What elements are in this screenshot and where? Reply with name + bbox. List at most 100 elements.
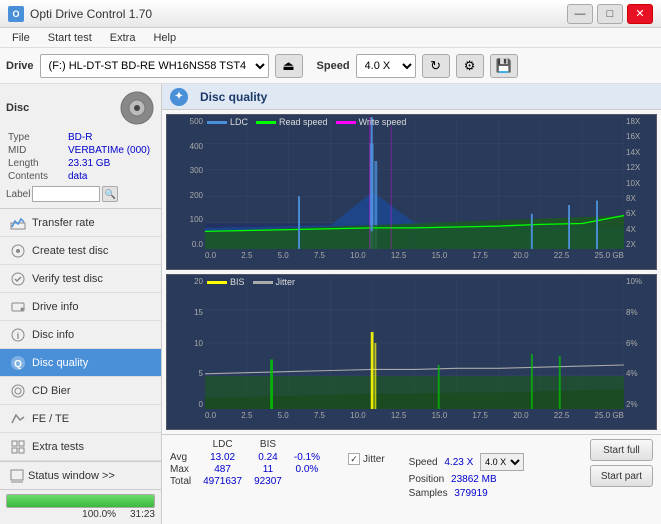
by-label-0: 0 bbox=[199, 400, 203, 409]
avg-bis: 0.24 bbox=[254, 452, 294, 464]
chart-header: ✦ Disc quality bbox=[162, 84, 661, 110]
sidebar-item-drive-info[interactable]: Drive info bbox=[0, 293, 161, 321]
disc-label-input[interactable] bbox=[32, 186, 100, 202]
speed-dropdown[interactable]: 4.0 X bbox=[480, 453, 524, 471]
jitter-checkbox-group[interactable]: ✓ Jitter bbox=[348, 453, 385, 465]
top-chart-plot bbox=[205, 117, 624, 249]
sidebar-item-create-test-disc[interactable]: Create test disc bbox=[0, 237, 161, 265]
position-label: Position bbox=[409, 474, 445, 485]
close-button[interactable]: ✕ bbox=[627, 4, 653, 24]
write-speed-legend-text: Write speed bbox=[359, 117, 407, 127]
jitter-legend-color bbox=[253, 281, 273, 284]
read-speed-legend-color bbox=[256, 121, 276, 124]
max-label: Max bbox=[170, 464, 203, 476]
jitter-legend-text: Jitter bbox=[276, 277, 296, 287]
drive-label: Drive bbox=[6, 60, 34, 72]
progress-area: 100.0% 31:23 bbox=[0, 489, 161, 524]
stats-top: LDC BIS Avg 13.02 0.24 -0.1% bbox=[162, 435, 661, 524]
speed-value: 4.23 X bbox=[444, 457, 473, 468]
sidebar-item-cd-bier[interactable]: CD Bier bbox=[0, 377, 161, 405]
sidebar-item-disc-quality[interactable]: Q Disc quality bbox=[0, 349, 161, 377]
y-right-2x: 2X bbox=[626, 240, 636, 249]
position-row: Position 23862 MB bbox=[409, 474, 524, 485]
bx-12-5: 12.5 bbox=[391, 411, 407, 420]
bottom-chart-y-axis-right: 10% 8% 6% 4% 2% bbox=[624, 275, 656, 409]
y-label-0: 0.0 bbox=[192, 240, 203, 249]
y-right-8x: 8X bbox=[626, 194, 636, 203]
progress-bar bbox=[6, 494, 155, 508]
max-ldc: 487 bbox=[203, 464, 254, 476]
bx-2-5: 2.5 bbox=[241, 411, 252, 420]
menu-file[interactable]: File bbox=[4, 30, 38, 46]
top-chart-y-axis-right: 18X 16X 14X 12X 10X 8X 6X 4X 2X bbox=[624, 115, 656, 249]
disc-label-button[interactable]: 🔍 bbox=[102, 186, 118, 202]
bottom-chart-x-axis: 0.0 2.5 5.0 7.5 10.0 12.5 15.0 17.5 20.0… bbox=[205, 409, 624, 429]
menu-help[interactable]: Help bbox=[145, 30, 184, 46]
jitter-legend: Jitter bbox=[253, 277, 296, 287]
speed-select[interactable]: 4.0 X bbox=[356, 54, 416, 78]
save-button[interactable]: 💾 bbox=[490, 54, 518, 78]
y-label-100: 100 bbox=[190, 215, 203, 224]
top-chart-svg bbox=[205, 117, 624, 249]
jitter-checkbox[interactable]: ✓ bbox=[348, 453, 360, 465]
charts-container: LDC Read speed Write speed 500 400 bbox=[162, 110, 661, 434]
settings-button[interactable]: ⚙ bbox=[456, 54, 484, 78]
disc-icon bbox=[119, 90, 155, 126]
bx-7-5: 7.5 bbox=[314, 411, 325, 420]
sidebar-item-extra-tests[interactable]: Extra tests bbox=[0, 433, 161, 461]
maximize-button[interactable]: □ bbox=[597, 4, 623, 24]
total-jitter bbox=[294, 476, 332, 488]
title-bar: O Opti Drive Control 1.70 — □ ✕ bbox=[0, 0, 661, 28]
status-window[interactable]: Status window >> bbox=[0, 461, 161, 489]
avg-jitter: -0.1% bbox=[294, 452, 332, 464]
samples-value: 379919 bbox=[454, 488, 487, 499]
max-jitter: 0.0% bbox=[294, 464, 332, 476]
type-label: Type bbox=[8, 132, 66, 143]
by-right-6: 6% bbox=[626, 339, 638, 348]
length-label: Length bbox=[8, 158, 66, 169]
jitter-label: Jitter bbox=[363, 454, 385, 465]
x-7-5: 7.5 bbox=[314, 251, 325, 260]
action-buttons: Start full Start part bbox=[590, 439, 653, 487]
chart-title: Disc quality bbox=[200, 90, 267, 104]
refresh-button[interactable]: ↻ bbox=[422, 54, 450, 78]
disc-info-icon: i bbox=[10, 327, 26, 343]
y-right-10x: 10X bbox=[626, 179, 640, 188]
start-full-button[interactable]: Start full bbox=[590, 439, 653, 461]
menu-start-test[interactable]: Start test bbox=[40, 30, 100, 46]
col-bis: BIS bbox=[254, 439, 294, 452]
sidebar-item-disc-info[interactable]: i Disc info bbox=[0, 321, 161, 349]
disc-quality-label: Disc quality bbox=[32, 357, 88, 369]
total-label: Total bbox=[170, 476, 203, 488]
write-speed-legend-color bbox=[336, 121, 356, 124]
bx-15: 15.0 bbox=[432, 411, 448, 420]
y-right-4x: 4X bbox=[626, 225, 636, 234]
start-part-button[interactable]: Start part bbox=[590, 465, 653, 487]
eject-button[interactable]: ⏏ bbox=[275, 54, 303, 78]
app-title: Opti Drive Control 1.70 bbox=[30, 7, 152, 21]
y-right-12x: 12X bbox=[626, 163, 640, 172]
minimize-button[interactable]: — bbox=[567, 4, 593, 24]
top-chart-legend: LDC Read speed Write speed bbox=[207, 117, 406, 127]
by-label-10: 10 bbox=[194, 339, 203, 348]
sidebar-item-transfer-rate[interactable]: Transfer rate bbox=[0, 209, 161, 237]
x-12-5: 12.5 bbox=[391, 251, 407, 260]
x-15: 15.0 bbox=[432, 251, 448, 260]
sidebar-item-verify-test-disc[interactable]: Verify test disc bbox=[0, 265, 161, 293]
bx-10: 10.0 bbox=[350, 411, 366, 420]
bis-legend-color bbox=[207, 281, 227, 284]
menu-extra[interactable]: Extra bbox=[102, 30, 144, 46]
fe-te-label: FE / TE bbox=[32, 413, 69, 425]
create-test-label: Create test disc bbox=[32, 245, 108, 257]
sidebar-item-fe-te[interactable]: FE / TE bbox=[0, 405, 161, 433]
x-10: 10.0 bbox=[350, 251, 366, 260]
max-row: Max 487 11 0.0% bbox=[170, 464, 332, 476]
x-2-5: 2.5 bbox=[241, 251, 252, 260]
y-right-6x: 6X bbox=[626, 209, 636, 218]
total-row: Total 4971637 92307 bbox=[170, 476, 332, 488]
max-bis: 11 bbox=[254, 464, 294, 476]
cd-bier-icon bbox=[10, 383, 26, 399]
y-label-200: 200 bbox=[190, 191, 203, 200]
progress-elapsed: 31:23 bbox=[130, 509, 155, 520]
drive-select[interactable]: (F:) HL-DT-ST BD-RE WH16NS58 TST4 bbox=[40, 54, 269, 78]
